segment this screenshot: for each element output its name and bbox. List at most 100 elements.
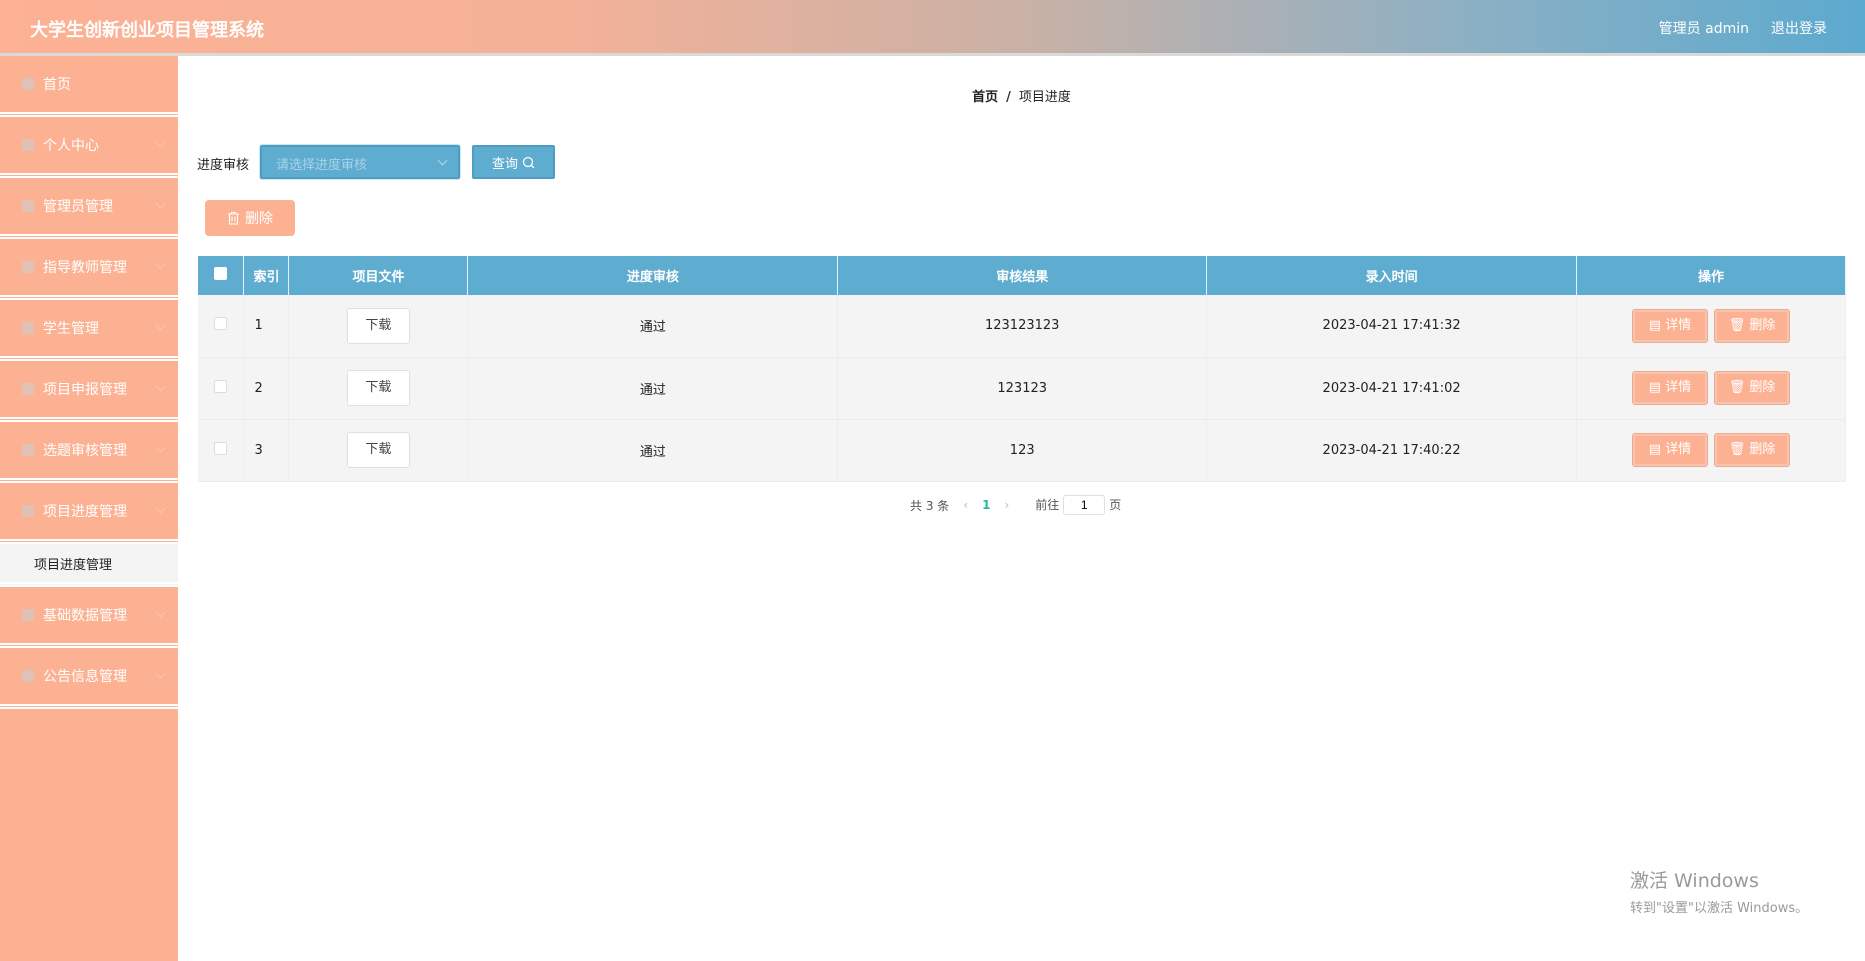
sidebar-item-label: 个人中心 — [43, 138, 99, 154]
sidebar: 首页 个人中心 管理员管理 指导教师管理 学生管理 项目申报管理 选题审核管理 项目进度管理 … — [0, 56, 178, 961]
watermark-subtitle: 转到"设置"以激活 Windows。 — [1630, 901, 1809, 916]
sidebar-item-label: 公告信息管理 — [43, 669, 127, 685]
sidebar-item[interactable]: 公告信息管理 — [0, 648, 178, 709]
row-checkbox[interactable] — [214, 317, 228, 331]
download-button[interactable]: 下载 — [346, 370, 410, 406]
chevron-down-icon — [437, 155, 448, 166]
logout-link[interactable]: 退出登录 — [1771, 18, 1827, 38]
sidebar-item[interactable]: 指导教师管理 — [0, 239, 178, 300]
chevron-down-icon — [155, 442, 166, 453]
detail-label: 详情 — [1665, 442, 1692, 457]
sidebar-subitem-progress[interactable]: 项目进度管理 — [0, 544, 178, 587]
detail-label: 详情 — [1665, 380, 1692, 395]
admin-icon — [22, 200, 34, 212]
app-title: 大学生创新创业项目管理系统 — [30, 20, 264, 41]
col-header-result: 审核结果 — [837, 256, 1208, 295]
cell-index: 3 — [243, 419, 290, 482]
pagination: 共 3 条 ‹ 1 › 前往 页 — [910, 495, 1121, 515]
document-icon: ▤ — [1648, 442, 1666, 457]
cell-status: 通过 — [467, 357, 839, 420]
goto-page-input[interactable] — [1063, 495, 1106, 515]
goto-label: 前往 — [1035, 498, 1060, 512]
top-header: 大学生创新创业项目管理系统 管理员 admin 退出登录 — [0, 0, 1865, 56]
sidebar-item[interactable]: 选题审核管理 — [0, 422, 178, 483]
grid-icon — [22, 444, 34, 456]
cell-status: 通过 — [467, 419, 839, 482]
delete-label: 删除 — [1749, 442, 1776, 457]
select-placeholder: 请选择进度审核 — [276, 158, 368, 173]
sidebar-item-label: 基础数据管理 — [43, 608, 127, 624]
prev-page-icon[interactable]: ‹ — [963, 498, 968, 512]
page-suffix: 页 — [1109, 498, 1122, 512]
table-row: 1 下载 通过 123123123 2023-04-21 17:41:32 ▤ … — [198, 295, 1846, 358]
chevron-down-icon — [155, 320, 166, 331]
chevron-down-icon — [155, 259, 166, 270]
next-page-icon[interactable]: › — [1004, 498, 1009, 512]
delete-button[interactable]: 🗑︎ 删除 — [1714, 433, 1791, 467]
sidebar-item[interactable]: 项目申报管理 — [0, 361, 178, 422]
select-all-checkbox[interactable] — [214, 267, 228, 280]
delete-label: 删除 — [1749, 380, 1776, 395]
chevron-down-icon — [155, 137, 166, 148]
col-header-index: 索引 — [243, 256, 290, 295]
trash-icon: 🗑︎ — [1728, 442, 1750, 457]
document-icon: ▤ — [1648, 380, 1666, 395]
download-button[interactable]: 下载 — [346, 432, 410, 468]
download-button[interactable]: 下载 — [346, 307, 410, 344]
trash-icon: 🗑︎ — [1728, 317, 1750, 333]
sidebar-item-label: 管理员管理 — [43, 199, 113, 215]
pin-icon — [22, 383, 34, 395]
detail-label: 详情 — [1665, 317, 1692, 333]
table-row: 3 下载 通过 123 2023-04-21 17:40:22 ▤ 详情 🗑︎ 删… — [198, 419, 1846, 482]
cell-time: 2023-04-21 17:40:22 — [1206, 419, 1578, 482]
col-header-time: 录入时间 — [1206, 256, 1578, 295]
chevron-down-icon — [155, 668, 166, 679]
progress-table: 索引 项目文件 进度审核 审核结果 录入时间 操作 1 下载 通过 123123… — [198, 256, 1846, 482]
total-count: 共 3 条 — [910, 498, 950, 513]
sidebar-item[interactable]: 首页 — [0, 56, 178, 117]
trash-icon: 🗑︎ — [1728, 380, 1750, 395]
watermark-title: 激活 Windows — [1630, 870, 1759, 892]
user-icon — [22, 139, 34, 151]
cell-index: 2 — [243, 357, 290, 420]
grid-icon — [22, 505, 34, 517]
col-header-status: 进度审核 — [467, 256, 839, 295]
delete-button[interactable]: 🗑︎ 删除 — [1714, 371, 1791, 405]
breadcrumb-separator: / — [1006, 90, 1011, 105]
grid-icon — [22, 322, 34, 334]
detail-button[interactable]: ▤ 详情 — [1632, 433, 1709, 467]
breadcrumb-home[interactable]: 首页 — [972, 90, 998, 105]
grid-icon — [22, 670, 34, 682]
sidebar-item[interactable]: 学生管理 — [0, 300, 178, 361]
bulk-delete-label: 删除 — [245, 211, 273, 227]
bulk-delete-button[interactable]: 删除 — [205, 200, 295, 236]
row-checkbox[interactable] — [214, 441, 228, 455]
cell-result: 123 — [837, 419, 1208, 482]
query-button[interactable]: 查询 — [472, 145, 555, 179]
sidebar-item[interactable]: 个人中心 — [0, 117, 178, 178]
sidebar-item-label: 项目申报管理 — [43, 382, 127, 398]
cell-result: 123123 — [837, 357, 1208, 420]
delete-button[interactable]: 🗑︎ 删除 — [1714, 308, 1791, 343]
sidebar-item[interactable]: 基础数据管理 — [0, 587, 178, 648]
sidebar-item-label: 项目进度管理 — [43, 504, 127, 520]
cell-index: 1 — [243, 295, 290, 358]
query-label: 查询 — [491, 156, 518, 172]
sidebar-item[interactable]: 项目进度管理 — [0, 483, 178, 544]
row-checkbox[interactable] — [214, 379, 228, 393]
chevron-down-icon — [155, 607, 166, 618]
sidebar-item[interactable]: 管理员管理 — [0, 178, 178, 239]
detail-button[interactable]: ▤ 详情 — [1632, 371, 1709, 405]
status-select[interactable]: 请选择进度审核 — [259, 144, 461, 180]
grid-icon — [22, 609, 34, 621]
sidebar-item-label: 指导教师管理 — [43, 260, 127, 276]
chevron-down-icon — [155, 198, 166, 209]
page-number-current[interactable]: 1 — [982, 498, 990, 512]
filter-label: 进度审核 — [197, 158, 250, 173]
cell-time: 2023-04-21 17:41:02 — [1206, 357, 1578, 420]
cell-time: 2023-04-21 17:41:32 — [1206, 295, 1578, 358]
home-icon — [22, 78, 34, 90]
sidebar-item-label: 学生管理 — [43, 321, 99, 337]
trash-icon — [228, 211, 239, 225]
detail-button[interactable]: ▤ 详情 — [1632, 308, 1709, 343]
